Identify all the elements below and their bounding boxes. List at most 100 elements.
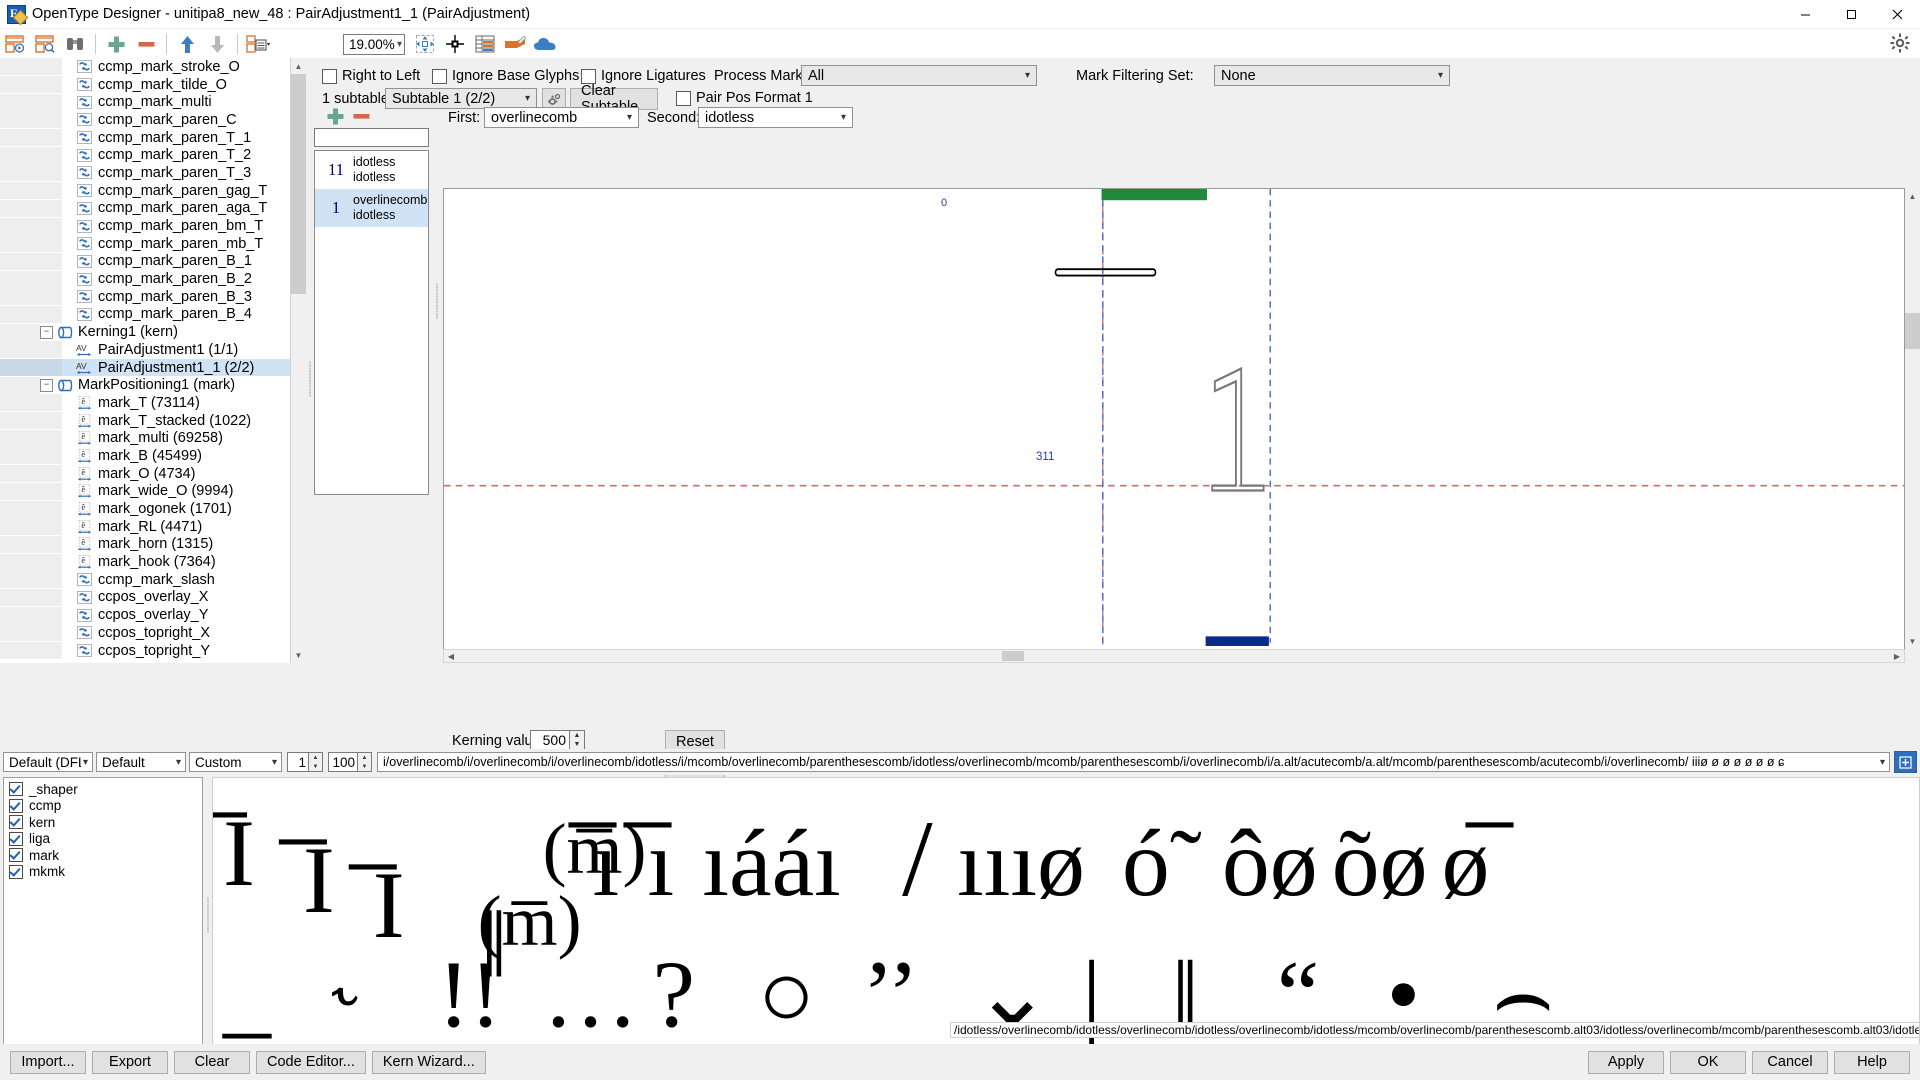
tree-scrollbar[interactable]: ▲ ▼: [291, 58, 306, 663]
pair-list[interactable]: 11 idotless idotless 1 overlinecomb idotless: [314, 150, 429, 495]
tree-item[interactable]: ê mark_O (4734): [0, 465, 290, 483]
spin-down-icon[interactable]: ▼: [570, 740, 584, 749]
tree-expander[interactable]: −: [40, 325, 53, 339]
number2-spin-buttons[interactable]: ▲ ▼: [358, 752, 372, 772]
scroll-up-arrow[interactable]: ▲: [291, 58, 306, 74]
ignore-ligatures-checkbox[interactable]: Ignore Ligatures: [581, 68, 706, 84]
tree-item[interactable]: ccmp_mark_multi: [0, 93, 290, 111]
tree-item[interactable]: ê mark_multi (69258): [0, 429, 290, 447]
binoculars-icon[interactable]: [61, 31, 89, 57]
tree-item[interactable]: ccmp_mark_tilde_O: [0, 76, 290, 94]
tree-item[interactable]: ccmp_mark_paren_B_4: [0, 305, 290, 324]
cloud-icon[interactable]: [531, 31, 559, 57]
fit-to-window-icon[interactable]: [411, 31, 439, 57]
feature-checkbox[interactable]: [9, 798, 23, 813]
import-button[interactable]: Import...: [10, 1050, 86, 1074]
feature-checkbox[interactable]: [9, 815, 23, 830]
number1-input[interactable]: 1: [287, 752, 309, 772]
number2-input[interactable]: 100: [328, 752, 358, 772]
code-editor-button[interactable]: Code Editor...: [256, 1050, 366, 1074]
kerning-value-spin-buttons[interactable]: ▲ ▼: [570, 730, 585, 750]
lookup-tree[interactable]: ccmp_mark_stroke_O ccmp_mark_tilde_O ccmp_…: [0, 58, 291, 663]
tree-item[interactable]: − MarkPositioning1 (mark): [0, 376, 290, 394]
tree-item[interactable]: ccpos_overlay_X: [0, 588, 290, 607]
remove-pair-icon[interactable]: [352, 107, 371, 130]
tree-item[interactable]: ccmp_mark_stroke_O: [0, 58, 290, 76]
first-glyph-combobox[interactable]: overlinecomb ▾: [484, 107, 639, 128]
ok-button[interactable]: OK: [1670, 1050, 1746, 1074]
number2-stepper[interactable]: 100 ▲ ▼: [328, 752, 372, 772]
apply-text-button[interactable]: [1894, 751, 1917, 773]
feature-checkbox-row[interactable]: ccmp: [9, 798, 202, 815]
tree-item[interactable]: ê mark_horn (1315): [0, 535, 290, 554]
feature-panel-splitter[interactable]: [205, 777, 212, 1062]
tree-item[interactable]: ê mark_ogonek (1701): [0, 500, 290, 518]
number1-spin-buttons[interactable]: ▲ ▼: [309, 752, 323, 772]
preview-text-combobox[interactable]: i/overlinecomb/i/overlinecomb/i/overline…: [377, 752, 1890, 772]
scroll-left-arrow[interactable]: ◀: [444, 652, 458, 661]
tree-item[interactable]: ccmp_mark_paren_T_2: [0, 146, 290, 164]
preview-run-icon[interactable]: [1, 31, 29, 57]
feature-checkbox-row[interactable]: liga: [9, 831, 202, 848]
feature-checkbox[interactable]: [9, 848, 23, 863]
feature-checkbox[interactable]: [9, 831, 23, 846]
pair-list-item[interactable]: 11 idotless idotless: [315, 151, 428, 189]
tree-item[interactable]: ê mark_RL (4471): [0, 518, 290, 536]
center-target-icon[interactable]: [441, 31, 469, 57]
add-pair-icon[interactable]: [326, 107, 345, 130]
tree-item[interactable]: ccmp_mark_paren_T_1: [0, 129, 290, 147]
kerning-value-stepper[interactable]: 500 ▲ ▼: [530, 730, 585, 750]
mode-combobox[interactable]: Custom ▾: [189, 752, 282, 772]
number1-stepper[interactable]: 1 ▲ ▼: [287, 752, 323, 772]
pair-filter-input[interactable]: [314, 128, 429, 147]
add-icon[interactable]: [102, 31, 130, 57]
tree-item[interactable]: ccmp_mark_paren_B_3: [0, 288, 290, 306]
feature-checkbox-row[interactable]: _shaper: [9, 781, 202, 798]
tree-item[interactable]: ccmp_mark_paren_C: [0, 111, 290, 129]
tree-item[interactable]: ê mark_T_stacked (1022): [0, 412, 290, 430]
tree-expander[interactable]: −: [40, 378, 53, 392]
tree-item[interactable]: ê mark_wide_O (9994): [0, 482, 290, 501]
move-down-icon[interactable]: [203, 31, 231, 57]
tree-item[interactable]: ccmp_mark_paren_mb_T: [0, 235, 290, 253]
feature-checkbox-row[interactable]: kern: [9, 814, 202, 831]
tree-item[interactable]: ê mark_T (73114): [0, 394, 290, 412]
tree-item[interactable]: ccpos_topright_X: [0, 624, 290, 642]
tree-item[interactable]: ccmp_mark_paren_B_2: [0, 270, 290, 288]
minimize-button[interactable]: [1782, 0, 1828, 28]
second-glyph-combobox[interactable]: idotless ▾: [698, 107, 853, 128]
cancel-button[interactable]: Cancel: [1752, 1050, 1828, 1074]
preview-text-value[interactable]: i/overlinecomb/i/overlinecomb/i/overline…: [383, 755, 1878, 769]
pair-list-item[interactable]: 1 overlinecomb idotless: [315, 189, 428, 227]
glyph-canvas[interactable]: 0 311: [443, 188, 1905, 655]
language-system-combobox[interactable]: Default (DFLT) ▾: [3, 752, 93, 772]
scroll-down-arrow[interactable]: ▼: [291, 647, 306, 663]
tree-item[interactable]: ccmp_mark_paren_gag_T: [0, 182, 290, 200]
tree-splitter[interactable]: [306, 58, 314, 663]
feature-checkbox-row[interactable]: mkmk: [9, 864, 202, 881]
tree-item[interactable]: ccmp_mark_slash: [0, 571, 290, 589]
settings-gear-icon[interactable]: [1890, 33, 1910, 57]
tree-item[interactable]: ê mark_B (45499): [0, 447, 290, 465]
layout-dropdown-icon[interactable]: [244, 31, 272, 57]
preview-search-icon[interactable]: [31, 31, 59, 57]
right-to-left-checkbox[interactable]: Right to Left: [322, 68, 420, 84]
export-button[interactable]: Export: [92, 1050, 168, 1074]
tree-item[interactable]: ê mark_hook (7364): [0, 553, 290, 571]
process-marks-combobox[interactable]: All ▾: [801, 65, 1037, 86]
tree-item[interactable]: ccmp_mark_paren_aga_T: [0, 199, 290, 218]
close-button[interactable]: [1874, 0, 1920, 28]
language-combobox[interactable]: Default ▾: [96, 752, 186, 772]
feature-checkbox-row[interactable]: mark: [9, 847, 202, 864]
tree-item[interactable]: AV PairAdjustment1_1 (2/2): [0, 358, 290, 377]
tree-item[interactable]: ccpos_topright_Y: [0, 642, 290, 660]
kern-wizard-button[interactable]: Kern Wizard...: [371, 1050, 486, 1074]
tree-item[interactable]: − Kerning1 (kern): [0, 323, 290, 341]
tree-item[interactable]: AV PairAdjustment1 (1/1): [0, 341, 290, 359]
zoom-combobox[interactable]: 19.00% ▾: [343, 33, 405, 55]
tree-item[interactable]: ccpos_overlay_Y: [0, 606, 290, 624]
feature-checklist[interactable]: _shaper ccmp kern liga mark mkmk: [3, 777, 203, 1062]
grid-table-icon[interactable]: [471, 31, 499, 57]
apply-button[interactable]: Apply: [1588, 1050, 1664, 1074]
scroll-up-arrow[interactable]: ▲: [1905, 188, 1920, 204]
